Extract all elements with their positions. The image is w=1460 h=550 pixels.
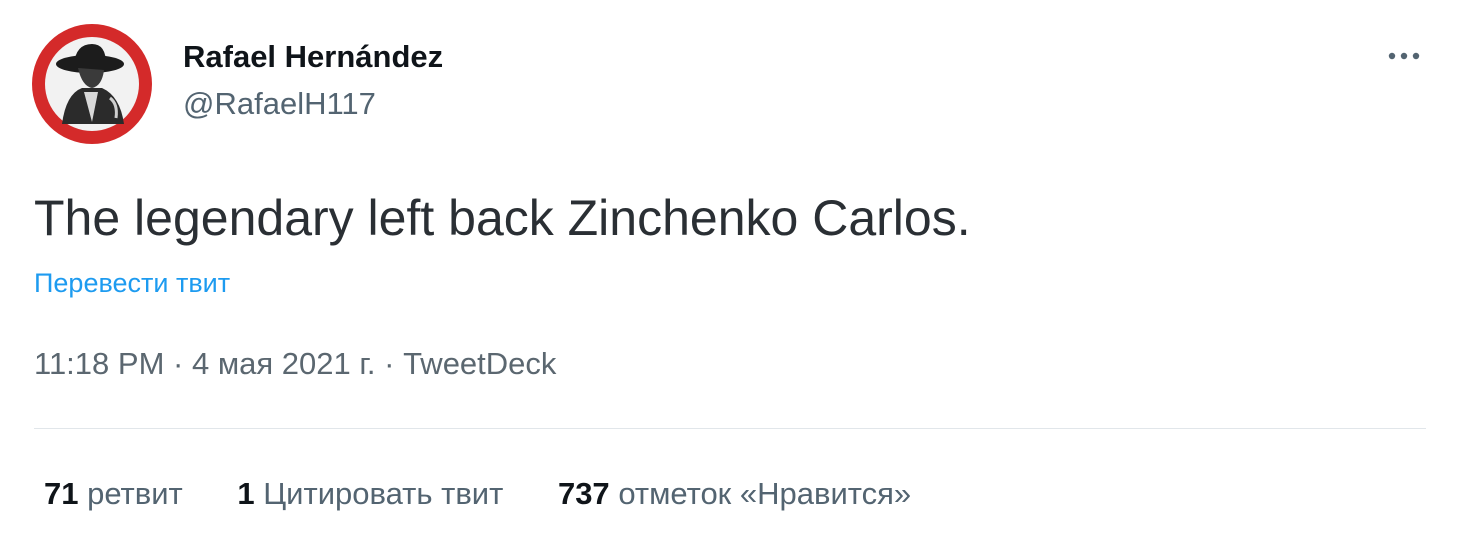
more-dots-icon — [1388, 52, 1420, 60]
retweets-stat[interactable]: 71 ретвит — [44, 474, 183, 514]
tweet-text: The legendary left back Zinchenko Carlos… — [34, 190, 971, 246]
likes-count: 737 — [557, 476, 610, 511]
avatar-image — [32, 24, 152, 144]
author-handle[interactable]: @RafaelH117 — [183, 85, 443, 123]
meta-separator: · — [384, 346, 395, 381]
tweet-stats: 71 ретвит 1 Цитировать твит 737 отметок … — [44, 474, 957, 514]
tweet-time[interactable]: 11:18 PM — [34, 346, 164, 381]
retweets-label: ретвит — [87, 476, 183, 511]
author-display-name[interactable]: Rafael Hernández — [183, 38, 443, 76]
tweet-meta: 11:18 PM · 4 мая 2021 г. · TweetDeck — [34, 344, 556, 384]
tweet-author: Rafael Hernández @RafaelH117 — [183, 38, 443, 123]
likes-stat[interactable]: 737 отметок «Нравится» — [558, 474, 911, 514]
tweet-source[interactable]: TweetDeck — [403, 346, 556, 381]
quotes-count: 1 — [237, 476, 255, 511]
avatar[interactable] — [32, 24, 152, 144]
retweets-count: 71 — [44, 476, 79, 511]
translate-tweet-link[interactable]: Перевести твит — [34, 266, 230, 300]
quotes-label: Цитировать твит — [263, 476, 504, 511]
more-options-button[interactable] — [1382, 44, 1426, 68]
quotes-stat[interactable]: 1 Цитировать твит — [237, 474, 503, 514]
divider — [34, 428, 1426, 429]
meta-separator: · — [173, 346, 184, 381]
likes-label: отметок «Нравится» — [618, 476, 912, 511]
tweet-date[interactable]: 4 мая 2021 г. — [192, 346, 376, 381]
